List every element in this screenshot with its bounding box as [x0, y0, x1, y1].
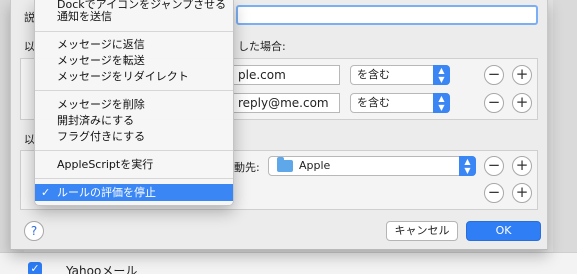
rule-description-input[interactable]	[236, 5, 538, 25]
menu-separator	[35, 90, 233, 91]
condition-value-field-1[interactable]: ple.com	[233, 65, 340, 85]
menu-item-forward-message[interactable]: メッセージを転送	[35, 52, 233, 69]
menu-item-label: メッセージを転送	[57, 54, 145, 67]
folder-icon	[277, 157, 293, 172]
menu-item-label: フラグ付きにする	[57, 130, 146, 143]
condition-operator-label-2: を含む	[357, 96, 390, 109]
condition-operator-popup-1[interactable]: を含む ▲ ▼	[350, 65, 450, 85]
destination-mailbox-label: Apple	[299, 159, 331, 172]
remove-condition-button-2[interactable]: −	[484, 93, 504, 113]
ok-button[interactable]: OK	[466, 221, 541, 241]
action-destination-label: 動先:	[234, 161, 260, 174]
destination-mailbox-popup[interactable]: Apple ▲ ▼	[268, 156, 476, 176]
menu-item-send-notification[interactable]: 通知を送信	[35, 8, 233, 25]
menu-item-label: メッセージを削除	[57, 98, 145, 111]
add-action-button-2[interactable]: +	[512, 183, 532, 203]
account-label: Yahooメール	[66, 264, 138, 274]
menu-item-mark-as-read[interactable]: 開封済みにする	[35, 112, 233, 129]
menu-item-mark-as-flagged[interactable]: フラグ付きにする	[35, 128, 233, 145]
menu-item-stop-evaluating-rules[interactable]: ✓ ルールの評価を停止	[35, 184, 233, 201]
menu-separator	[35, 31, 233, 32]
add-condition-button-1[interactable]: +	[512, 65, 532, 85]
action-popup-menu: Dockでアイコンをジャンプさせる 通知を送信 メッセージに返信 メッセージを転…	[34, 0, 234, 206]
menu-item-label: 開封済みにする	[57, 114, 135, 127]
menu-separator	[35, 178, 233, 179]
condition-operator-label-1: を含む	[357, 68, 390, 81]
menu-item-run-applescript[interactable]: AppleScriptを実行	[35, 156, 233, 173]
account-enabled-checkbox[interactable]: ✓	[28, 262, 42, 274]
menu-item-label: 通知を送信	[57, 10, 112, 23]
remove-condition-button-1[interactable]: −	[484, 65, 504, 85]
help-button[interactable]: ?	[24, 221, 44, 241]
popup-arrows-icon: ▲ ▼	[433, 93, 450, 113]
cancel-button[interactable]: キャンセル	[386, 221, 458, 241]
add-condition-button-2[interactable]: +	[512, 93, 532, 113]
menu-item-label: AppleScriptを実行	[57, 158, 154, 171]
menu-item-reply-to-message[interactable]: メッセージに返信	[35, 36, 233, 53]
popup-arrows-icon: ▲ ▼	[459, 156, 476, 176]
condition-value-field-2[interactable]: reply@me.com	[233, 93, 340, 113]
remove-action-button-2[interactable]: −	[484, 183, 504, 203]
add-action-button-1[interactable]: +	[512, 156, 532, 176]
condition-operator-popup-2[interactable]: を含む ▲ ▼	[350, 93, 450, 113]
menu-item-label: ルールの評価を停止	[57, 186, 156, 199]
remove-action-button-1[interactable]: −	[484, 156, 504, 176]
menu-separator	[35, 150, 233, 151]
menu-item-label: メッセージをリダイレクト	[57, 70, 189, 83]
popup-arrows-icon: ▲ ▼	[433, 65, 450, 85]
checkmark-icon: ✓	[41, 186, 51, 199]
menu-item-redirect-message[interactable]: メッセージをリダイレクト	[35, 68, 233, 85]
menu-item-label: メッセージに返信	[57, 38, 145, 51]
conditions-header-tail: した場合:	[238, 40, 286, 53]
background-window-right-edge	[553, 0, 577, 252]
menu-item-delete-message[interactable]: メッセージを削除	[35, 96, 233, 113]
